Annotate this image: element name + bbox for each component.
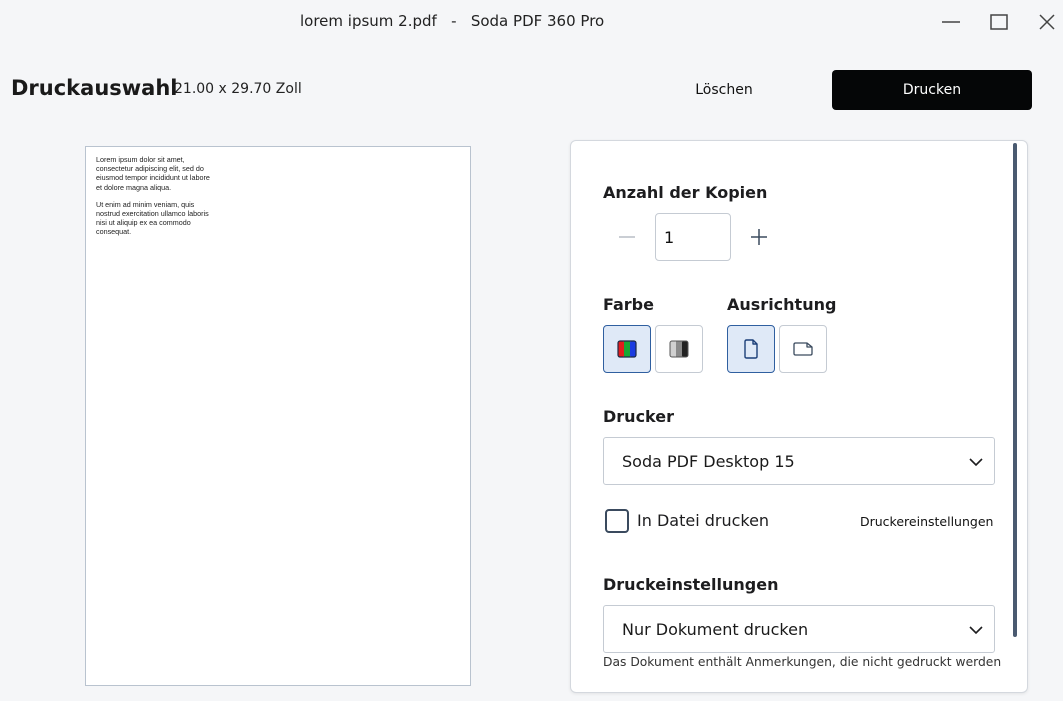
- print-to-file-label[interactable]: In Datei drucken: [637, 511, 769, 530]
- printer-settings-link[interactable]: Druckereinstellungen: [860, 514, 993, 529]
- clear-button[interactable]: Löschen: [672, 70, 776, 110]
- printer-select[interactable]: Soda PDF Desktop 15: [603, 437, 995, 485]
- preview-text: Lorem ipsum dolor sit amet, consectetur …: [96, 155, 216, 237]
- decrement-copies-button[interactable]: [612, 221, 642, 253]
- grayscale-icon: [669, 340, 689, 358]
- chevron-down-icon: [969, 626, 983, 635]
- portrait-page-icon: [744, 339, 758, 359]
- panel-scrollbar[interactable]: [1013, 143, 1017, 637]
- maximize-button[interactable]: [985, 8, 1013, 36]
- landscape-option-button[interactable]: [779, 325, 827, 373]
- grayscale-option-button[interactable]: [655, 325, 703, 373]
- window-titlebar: lorem ipsum 2.pdf - Soda PDF 360 Pro: [0, 0, 1063, 42]
- landscape-page-icon: [793, 342, 813, 356]
- copies-input[interactable]: [655, 213, 731, 261]
- color-label: Farbe: [603, 295, 654, 314]
- print-settings-label: Druckeinstellungen: [603, 575, 779, 594]
- preview-paragraph: Ut enim ad minim veniam, quis nostrud ex…: [96, 199, 209, 237]
- print-settings-panel: Anzahl der Kopien Farbe Ausrichtung: [570, 140, 1028, 693]
- print-to-file-checkbox[interactable]: [605, 509, 629, 533]
- close-button[interactable]: [1033, 8, 1061, 36]
- page-size-label: 21.00 x 29.70 Zoll: [174, 81, 302, 97]
- plus-icon: [751, 229, 767, 245]
- color-option-button[interactable]: [603, 325, 651, 373]
- window-title: lorem ipsum 2.pdf - Soda PDF 360 Pro: [300, 12, 605, 30]
- minus-icon: [619, 236, 635, 238]
- print-settings-select[interactable]: Nur Dokument drucken: [603, 605, 995, 653]
- orientation-label: Ausrichtung: [727, 295, 837, 314]
- close-icon: [1039, 14, 1055, 30]
- copies-label: Anzahl der Kopien: [603, 183, 768, 202]
- minimize-button[interactable]: [937, 8, 965, 36]
- print-settings-select-value: Nur Dokument drucken: [622, 620, 809, 639]
- increment-copies-button[interactable]: [744, 221, 774, 253]
- preview-paragraph: Lorem ipsum dolor sit amet, consectetur …: [96, 155, 210, 192]
- portrait-option-button[interactable]: [727, 325, 775, 373]
- chevron-down-icon: [969, 458, 983, 467]
- rgb-color-icon: [617, 340, 637, 358]
- minimize-icon: [942, 21, 960, 23]
- annotation-hint: Das Dokument enthält Anmerkungen, die ni…: [603, 655, 1002, 669]
- maximize-icon: [990, 14, 1008, 30]
- page-title: Druckauswahl: [11, 76, 178, 100]
- printer-select-value: Soda PDF Desktop 15: [622, 452, 795, 471]
- print-preview-page: Lorem ipsum dolor sit amet, consectetur …: [85, 146, 471, 686]
- print-button[interactable]: Drucken: [832, 70, 1032, 110]
- printer-label: Drucker: [603, 407, 674, 426]
